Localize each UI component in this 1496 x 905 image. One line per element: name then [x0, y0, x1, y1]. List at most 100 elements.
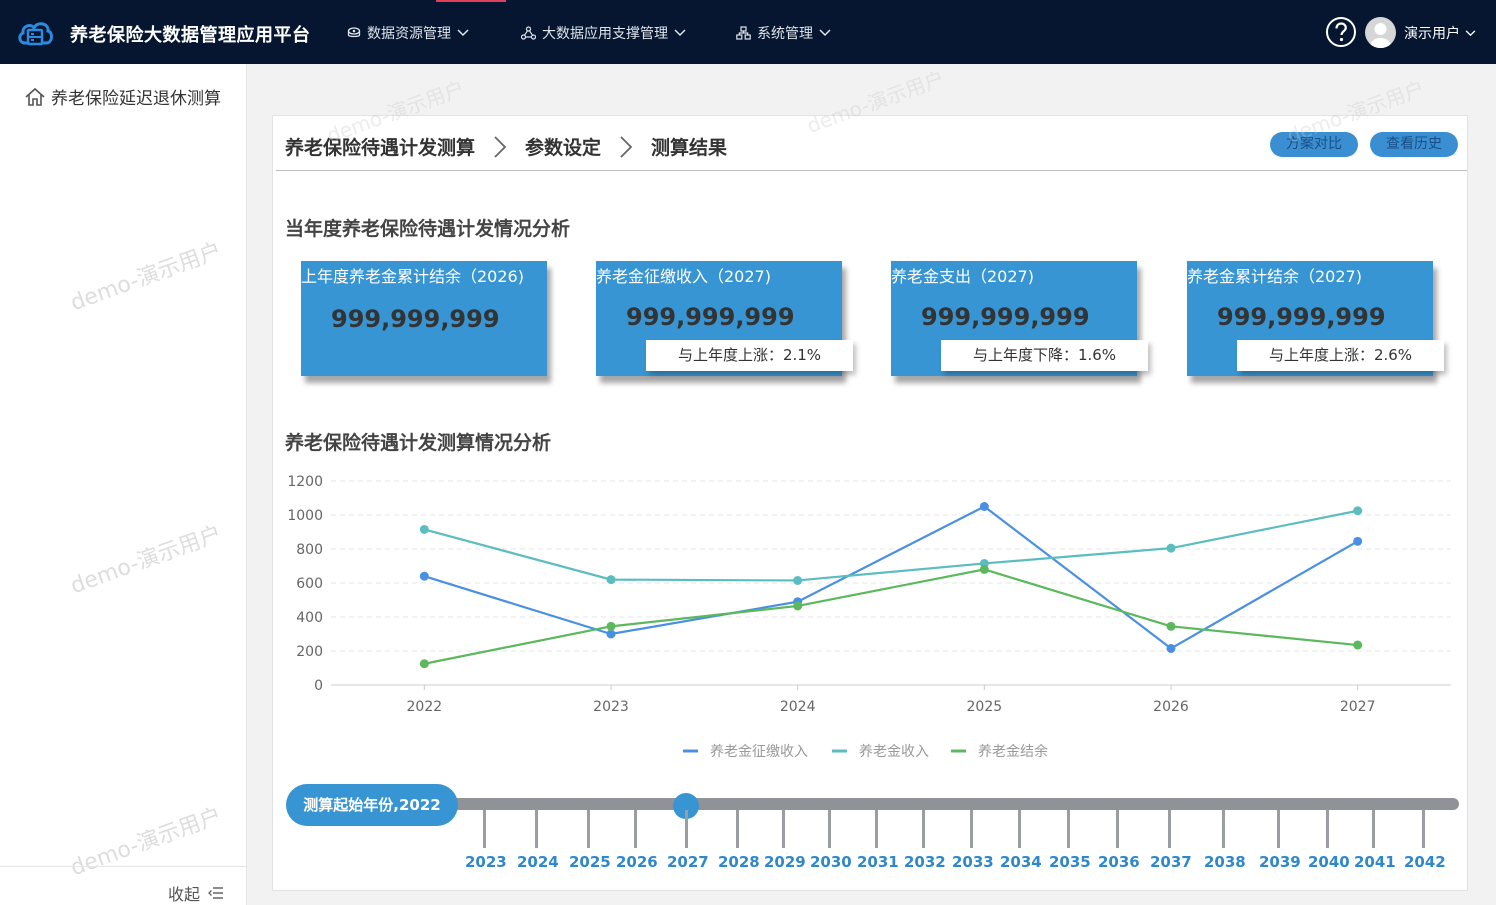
timeline-tick	[685, 810, 688, 848]
watermark: demo-演示用户	[67, 521, 226, 600]
timeline-year-2025[interactable]: 2025	[569, 853, 611, 871]
top-navigation-bar: 养老保险大数据管理应用平台 数据资源管理 大数据应用支撑管理 系统管理 演示用户	[0, 0, 1496, 64]
timeline-year-2042[interactable]: 2042	[1404, 853, 1446, 871]
timeline-tick	[1277, 810, 1280, 848]
timeline-tick	[1326, 810, 1329, 848]
watermark: demo-演示用户	[803, 65, 948, 138]
card-title: 养老金支出（2027)	[891, 267, 1034, 286]
trend-line-chart: 0 200 400 600 800 1000 1200 2022 2023 2024 2025 202…	[287, 474, 1451, 760]
timeline-year-2031[interactable]: 2031	[857, 853, 899, 871]
timeline-year-2027[interactable]: 2027	[667, 853, 709, 871]
data-point	[419, 524, 429, 534]
legend-label: 养老金征缴收入	[710, 744, 808, 760]
start-year-button[interactable]: 测算起始年份,2022	[286, 784, 458, 826]
data-point	[606, 575, 616, 585]
view-history-button[interactable]: 查看历史	[1370, 132, 1458, 157]
y-tick-label: 1000	[287, 508, 323, 524]
timeline-year-2028[interactable]: 2028	[718, 853, 760, 871]
collapse-button[interactable]: 收起	[168, 881, 224, 905]
data-point	[419, 659, 429, 669]
breadcrumb-step-result[interactable]: 测算结果	[651, 133, 727, 160]
chevron-right-icon	[620, 135, 633, 158]
data-point	[793, 601, 803, 611]
timeline-year-2041[interactable]: 2041	[1354, 853, 1396, 871]
data-point	[1353, 640, 1363, 650]
breadcrumb-step-params[interactable]: 参数设定	[525, 133, 601, 160]
stat-card: 养老金征缴收入（2027) 999,999,999 与上年度上涨：2.1%	[596, 261, 853, 376]
timeline-tick	[1422, 810, 1425, 848]
timeline-year-2023[interactable]: 2023	[465, 853, 507, 871]
card-value: 999,999,999	[331, 305, 500, 333]
stat-card: 上年度养老金累计结余（2026) 999,999,999	[301, 261, 547, 376]
watermark: demo-演示用户	[67, 238, 226, 317]
timeline-track[interactable]	[443, 798, 1459, 810]
x-tick-label: 2024	[780, 699, 816, 715]
database-icon	[347, 27, 361, 38]
year-timeline: 测算起始年份,2022 2023 2024 2025 2026 2027 2028 2029…	[273, 781, 1469, 891]
x-tick-label: 2022	[407, 699, 443, 715]
timeline-year-2038[interactable]: 2038	[1204, 853, 1246, 871]
breadcrumb-step-calc[interactable]: 养老保险待遇计发测算	[285, 133, 475, 160]
timeline-tick	[634, 810, 637, 848]
timeline-year-2033[interactable]: 2033	[952, 853, 994, 871]
section-title-current: 当年度养老保险待遇计发情况分析	[285, 218, 571, 240]
timeline-tick	[828, 810, 831, 848]
timeline-year-2037[interactable]: 2037	[1150, 853, 1192, 871]
x-tick-label: 2023	[593, 699, 629, 715]
timeline-year-2035[interactable]: 2035	[1049, 853, 1091, 871]
timeline-year-2036[interactable]: 2036	[1098, 853, 1140, 871]
nav-label: 系统管理	[757, 26, 813, 42]
timeline-year-2024[interactable]: 2024	[517, 853, 559, 871]
user-menu[interactable]: 演示用户	[1404, 23, 1476, 43]
timeline-tick	[1116, 810, 1119, 848]
data-point	[606, 621, 616, 631]
nav-bigdata-support[interactable]: 大数据应用支撑管理	[521, 23, 686, 43]
nav-system-management[interactable]: 系统管理	[736, 23, 831, 43]
sitemap-icon	[736, 26, 751, 40]
timeline-tick	[1168, 810, 1171, 848]
legend-label: 养老金结余	[978, 743, 1048, 760]
breadcrumb: 养老保险待遇计发测算 参数设定 测算结果	[285, 133, 727, 160]
help-icon[interactable]	[1325, 16, 1357, 48]
card-value: 999,999,999	[626, 303, 795, 331]
avatar[interactable]	[1365, 17, 1396, 48]
data-point	[419, 571, 429, 581]
app-title[interactable]: 养老保险大数据管理应用平台	[70, 21, 311, 47]
data-point	[979, 502, 989, 511]
stat-card: 养老金支出（2027) 999,999,999 与上年度下降：1.6%	[891, 261, 1148, 376]
series-line-2	[424, 509, 1358, 582]
data-point	[1353, 536, 1363, 546]
timeline-tick	[875, 810, 878, 848]
timeline-year-2040[interactable]: 2040	[1308, 853, 1350, 871]
y-tick-label: 1200	[287, 474, 323, 490]
timeline-tick	[535, 810, 538, 848]
nav-data-resource[interactable]: 数据资源管理	[347, 23, 469, 43]
compare-plans-button[interactable]: 方案对比	[1270, 132, 1358, 157]
timeline-year-2026[interactable]: 2026	[616, 853, 658, 871]
timeline-year-2039[interactable]: 2039	[1259, 853, 1301, 871]
x-tick-label: 2027	[1340, 699, 1376, 715]
timeline-year-2034[interactable]: 2034	[1000, 853, 1042, 871]
data-point	[1353, 506, 1363, 516]
card-title: 养老金征缴收入（2027)	[596, 267, 771, 286]
data-point	[1166, 543, 1176, 553]
timeline-year-2029[interactable]: 2029	[764, 853, 806, 871]
data-point	[793, 575, 803, 585]
sidebar-item-retirement-calc[interactable]: 养老保险延迟退休测算	[24, 84, 221, 109]
user-silhouette-icon	[1370, 23, 1391, 48]
timeline-year-2032[interactable]: 2032	[904, 853, 946, 871]
card-change-badge: 与上年度上涨：2.6%	[1237, 340, 1444, 371]
chevron-down-icon	[819, 29, 831, 37]
chevron-down-icon	[674, 29, 686, 37]
x-tick-label: 2025	[967, 699, 1003, 715]
card-title: 上年度养老金累计结余（2026)	[301, 267, 524, 286]
section-title-trend: 养老保险待遇计发测算情况分析	[285, 432, 552, 454]
timeline-year-2030[interactable]: 2030	[810, 853, 852, 871]
series-line-1	[424, 505, 1359, 650]
timeline-tick	[922, 810, 925, 848]
network-icon	[521, 26, 536, 40]
sidebar: 养老保险延迟退休测算 demo-演示用户 demo-演示用户 demo-演示用户…	[0, 64, 247, 905]
cloud-server-logo-icon	[18, 22, 53, 46]
result-panel: 养老保险待遇计发测算 参数设定 测算结果 方案对比 查看历史 当年度养老保险待遇…	[272, 66, 1469, 891]
timeline-tick	[736, 810, 739, 848]
